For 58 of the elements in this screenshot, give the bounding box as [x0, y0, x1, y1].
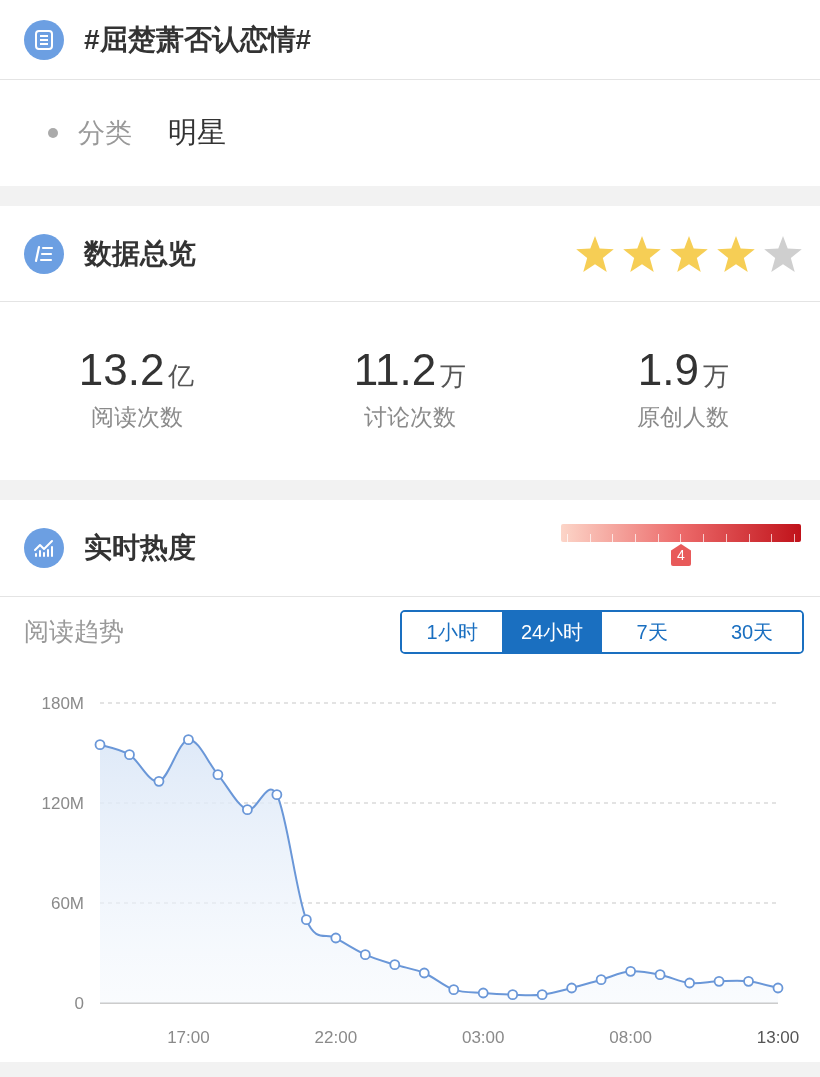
axis-label: 08:00 [609, 1028, 652, 1047]
stat-value: 13.2 [78, 347, 165, 392]
data-point [389, 959, 401, 971]
stat-value: 11.2 [353, 347, 437, 392]
data-point [595, 974, 607, 986]
section-title: 实时热度 [84, 531, 197, 565]
range-tab[interactable]: 24小时 [502, 612, 602, 652]
section-title: 数据总览 [84, 236, 197, 271]
data-point [772, 982, 784, 994]
trend-label: 阅读趋势 [24, 616, 125, 648]
list-icon [24, 233, 64, 274]
stat-unit: 亿 [168, 359, 195, 393]
document-icon [24, 19, 64, 60]
data-point [448, 984, 460, 996]
data-point [300, 914, 312, 926]
stat-label: 讨论次数 [364, 402, 456, 432]
axis-label: 180M [41, 694, 84, 713]
data-point [477, 987, 489, 999]
data-point [153, 775, 165, 787]
star-icon [670, 235, 708, 272]
data-point [743, 975, 754, 987]
chart-icon [24, 528, 64, 568]
data-point [330, 932, 342, 944]
axis-label: 22:00 [314, 1028, 358, 1047]
stat-value: 1.9 [637, 347, 699, 392]
data-point [536, 989, 548, 1001]
data-point [418, 967, 430, 979]
data-point [713, 975, 725, 987]
star-icon [764, 235, 802, 272]
data-point [94, 739, 106, 751]
data-point [654, 969, 666, 981]
stat-label: 原创人数 [637, 402, 730, 432]
data-point [684, 977, 695, 989]
data-point [625, 965, 636, 977]
data-point [359, 949, 371, 961]
data-point [271, 789, 283, 801]
topic-title: #屈楚萧否认恋情# [84, 22, 312, 57]
data-point [124, 749, 135, 761]
axis-label: 60M [50, 894, 84, 913]
axis-label: 0 [74, 994, 84, 1013]
axis-label: 13:00 [756, 1028, 800, 1047]
stat-unit: 万 [440, 359, 467, 393]
star-icon [576, 235, 614, 272]
data-point [183, 734, 194, 746]
stat-unit: 万 [702, 359, 729, 393]
data-point [507, 989, 519, 1001]
category-label: 分类 [78, 116, 132, 150]
category-value: 明星 [168, 115, 226, 151]
heat-marker: 4 [671, 544, 691, 566]
axis-label: 17:00 [167, 1028, 210, 1047]
data-point [242, 804, 253, 816]
stat-label: 阅读次数 [90, 402, 183, 432]
axis-label: 03:00 [461, 1028, 505, 1047]
axis-label: 120M [41, 794, 84, 813]
data-point [212, 769, 224, 781]
data-point [566, 982, 578, 994]
star-icon [623, 235, 661, 272]
star-icon [717, 235, 755, 272]
